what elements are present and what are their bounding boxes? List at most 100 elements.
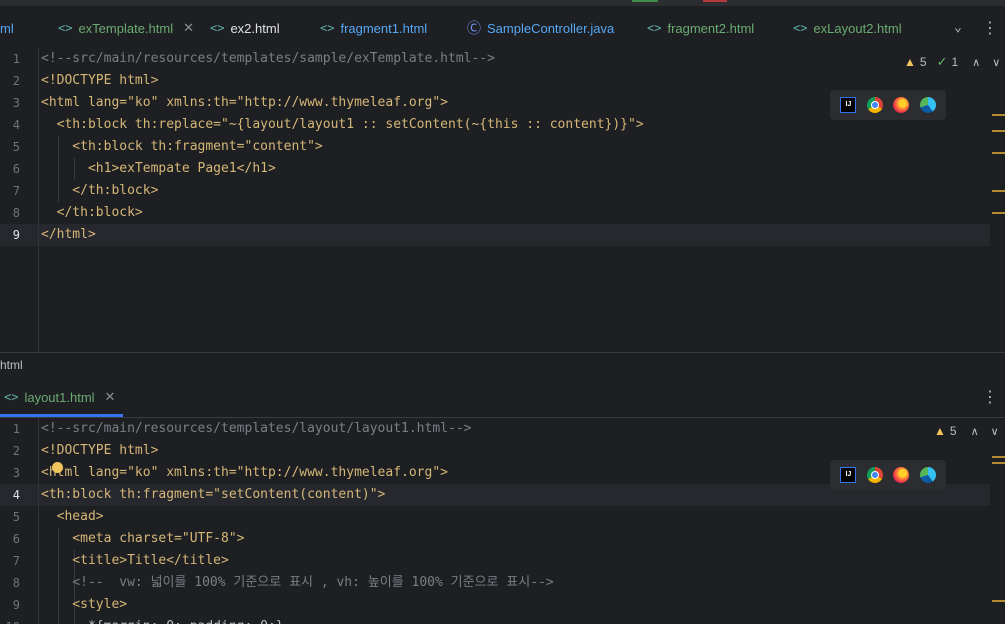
top-tab-bar: ml <> exTemplate.html ✕ <> ex2.html <> f… xyxy=(0,8,1005,49)
scrollbar-marker[interactable] xyxy=(992,462,1005,464)
more-options-icon[interactable]: ⋮ xyxy=(982,18,998,37)
tab-layout1[interactable]: <> layout1.html ✕ xyxy=(4,377,115,417)
line-number: 6 xyxy=(12,162,20,176)
firefox-icon[interactable] xyxy=(893,97,910,113)
warning-icon: ▲ xyxy=(934,424,946,438)
code-line: <title>Title</title> xyxy=(41,553,229,568)
html-file-icon: <> xyxy=(647,21,662,35)
intellij-icon[interactable]: IJ xyxy=(840,97,857,113)
browser-preview-toolbar: IJ xyxy=(830,460,946,490)
scrollbar-marker[interactable] xyxy=(992,152,1005,154)
line-number: 7 xyxy=(12,184,20,198)
tab-partial[interactable]: ml xyxy=(0,8,14,48)
html-file-icon: <> xyxy=(320,21,335,35)
scrollbar-marker[interactable] xyxy=(992,130,1005,132)
line-number: 8 xyxy=(12,576,20,590)
active-tab-indicator xyxy=(0,414,123,417)
code-line: *{margin: 0; padding: 0;} xyxy=(41,616,284,624)
line-number: 4 xyxy=(12,118,20,132)
edge-icon[interactable] xyxy=(919,97,936,113)
breadcrumb: html xyxy=(0,352,1005,377)
chrome-icon[interactable] xyxy=(866,467,883,483)
line-number: 1 xyxy=(12,52,20,66)
intellij-icon[interactable]: IJ xyxy=(840,467,857,483)
tab-ex2[interactable]: <> ex2.html xyxy=(210,8,280,48)
code-line: <!DOCTYPE html> xyxy=(41,443,159,458)
warning-icon: ▲ xyxy=(904,55,916,69)
breadcrumb-item[interactable]: html xyxy=(0,358,23,372)
line-number: 8 xyxy=(12,206,20,220)
scrollbar-marker[interactable] xyxy=(992,456,1005,458)
line-number: 6 xyxy=(12,532,20,546)
warning-count: 5 xyxy=(949,424,957,438)
line-number: 3 xyxy=(12,466,20,480)
tab-label: exTemplate.html xyxy=(78,20,174,36)
window-top-strip xyxy=(0,0,1005,6)
line-gutter: 1 2 3 4 5 6 7 8 9 10 xyxy=(0,418,39,624)
inspection-widget[interactable]: ▲ 5 ✓ 1 ∧ ∨ xyxy=(904,54,1000,70)
code-line: <!DOCTYPE html> xyxy=(41,73,159,88)
line-number: 9 xyxy=(12,598,20,612)
code-line: <head> xyxy=(41,509,104,524)
code-line: <html lang="ko" xmlns:th="http://www.thy… xyxy=(41,465,448,480)
scrollbar-marker[interactable] xyxy=(992,600,1005,602)
html-file-icon: <> xyxy=(58,21,73,35)
chevron-up-icon[interactable]: ∧ xyxy=(972,56,980,69)
check-icon: ✓ xyxy=(936,54,948,69)
close-icon[interactable]: ✕ xyxy=(105,389,116,405)
code-line: <meta charset="UTF-8"> xyxy=(41,531,245,546)
line-gutter: 1 2 3 4 5 6 7 8 9 xyxy=(0,48,39,352)
lightbulb-icon[interactable] xyxy=(52,462,63,473)
code-line: <html lang="ko" xmlns:th="http://www.thy… xyxy=(41,95,448,110)
check-count: 1 xyxy=(951,55,959,69)
line-number: 4 xyxy=(12,488,20,502)
tab-label: layout1.html xyxy=(24,389,95,405)
code-line: </html> xyxy=(41,227,96,242)
current-line-highlight xyxy=(0,224,990,246)
edge-icon[interactable] xyxy=(919,467,936,483)
tab-extemplate[interactable]: <> exTemplate.html ✕ xyxy=(58,8,194,48)
line-number: 9 xyxy=(12,228,20,242)
code-line: <h1>exTempate Page1</h1> xyxy=(41,161,276,176)
java-class-icon: Ⓒ xyxy=(467,21,481,37)
close-icon[interactable]: ✕ xyxy=(183,20,194,36)
line-number: 7 xyxy=(12,554,20,568)
bottom-editor[interactable]: 1 2 3 4 5 6 7 8 9 10 <!--src/main/resour… xyxy=(0,418,1005,624)
more-options-icon[interactable]: ⋮ xyxy=(982,387,998,406)
code-line: <style> xyxy=(41,597,128,612)
line-number: 2 xyxy=(12,444,20,458)
code-line: <th:block th:replace="~{layout/layout1 :… xyxy=(41,117,644,132)
line-number: 1 xyxy=(12,422,20,436)
code-line: </th:block> xyxy=(41,183,159,198)
scrollbar-marker[interactable] xyxy=(992,190,1005,192)
scrollbar-marker[interactable] xyxy=(992,114,1005,116)
top-editor[interactable]: 1 2 3 4 5 6 7 8 9 <!--src/main/resources… xyxy=(0,48,1005,352)
tabs-overflow-chevron-icon[interactable]: ⌄ xyxy=(954,20,962,35)
tab-fragment1[interactable]: <> fragment1.html xyxy=(320,8,427,48)
code-line: </th:block> xyxy=(41,205,143,220)
code-line: <th:block th:fragment="content"> xyxy=(41,139,323,154)
scrollbar-marker[interactable] xyxy=(992,212,1005,214)
html-file-icon: <> xyxy=(793,21,808,35)
tab-samplecontroller[interactable]: Ⓒ SampleController.java xyxy=(467,8,614,48)
tab-fragment2[interactable]: <> fragment2.html xyxy=(647,8,754,48)
warning-count: 5 xyxy=(919,55,927,69)
browser-preview-toolbar: IJ xyxy=(830,90,946,120)
code-line: <th:block th:fragment="setContent(conten… xyxy=(41,487,386,502)
tab-exlayout2[interactable]: <> exLayout2.html xyxy=(793,8,902,48)
chevron-down-icon[interactable]: ∨ xyxy=(992,56,1000,69)
line-number: 10 xyxy=(0,620,20,624)
line-number: 5 xyxy=(12,140,20,154)
chevron-down-icon[interactable]: ∨ xyxy=(991,425,999,438)
code-line: <!--src/main/resources/templates/layout/… xyxy=(41,421,472,436)
line-number: 3 xyxy=(12,96,20,110)
inspection-widget[interactable]: ▲ 5 ∧ ∨ xyxy=(934,424,999,438)
html-file-icon: <> xyxy=(4,390,19,404)
chrome-icon[interactable] xyxy=(866,97,883,113)
bottom-tab-bar: <> layout1.html ✕ ⋮ xyxy=(0,377,1005,418)
chevron-up-icon[interactable]: ∧ xyxy=(971,425,979,438)
line-number: 2 xyxy=(12,74,20,88)
firefox-icon[interactable] xyxy=(893,467,910,483)
line-number: 5 xyxy=(12,510,20,524)
code-line: <!--src/main/resources/templates/sample/… xyxy=(41,51,495,66)
